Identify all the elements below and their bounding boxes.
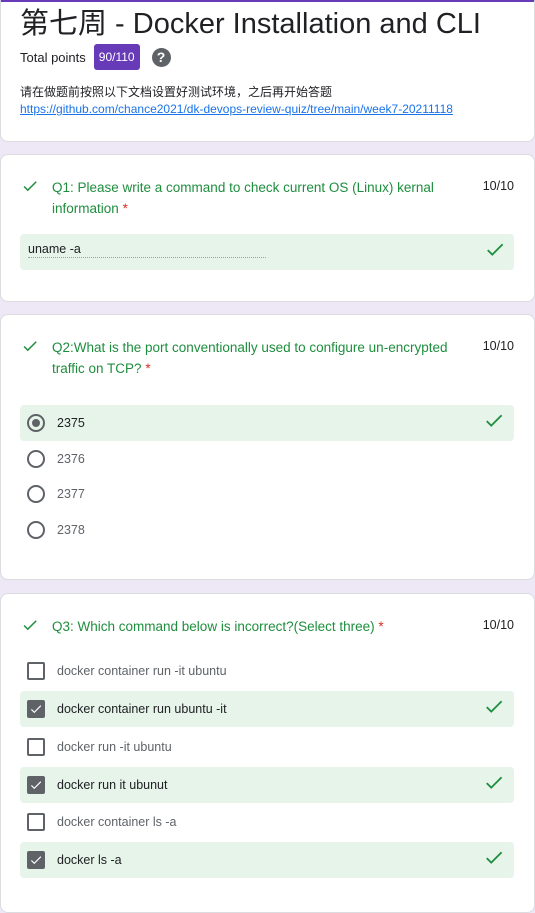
checkbox-option-2[interactable]: docker container run ubuntu -it	[20, 691, 514, 727]
radio-option-2375[interactable]: 2375	[20, 405, 514, 441]
help-icon[interactable]: ?	[151, 47, 171, 67]
checkbox-empty-icon	[27, 662, 45, 680]
radio-empty-icon	[27, 485, 45, 503]
description-link[interactable]: https://github.com/chance2021/dk-devops-…	[20, 101, 453, 118]
question-card-q3: Q3: Which command below is incorrect?(Se…	[0, 593, 535, 913]
radio-option-2378[interactable]: 2378	[20, 512, 514, 548]
option-label: docker container run ubuntu -it	[57, 702, 227, 716]
option-label: docker ls -a	[57, 853, 122, 867]
checkbox-option-5[interactable]: docker container ls -a	[20, 804, 514, 840]
correct-check-icon	[483, 847, 505, 874]
question-header: Q3: Which command below is incorrect?(Se…	[21, 616, 514, 637]
option-label: 2375	[57, 416, 85, 430]
correct-check-icon	[483, 410, 505, 437]
option-label: docker container run -it ubuntu	[57, 664, 227, 678]
form-title: 第七周 - Docker Installation and CLI	[20, 8, 481, 40]
short-answer-value: uname -a	[28, 242, 266, 258]
total-points-label: Total points	[20, 49, 86, 65]
question-header: Q2:What is the port conventionally used …	[21, 337, 514, 379]
description-text: 请在做题前按照以下文档设置好测试环境，之后再开始答题	[20, 85, 333, 99]
correct-check-icon	[484, 239, 506, 266]
checkbox-option-3[interactable]: docker run -it ubuntu	[20, 729, 514, 765]
checkbox-empty-icon	[27, 813, 45, 831]
total-points-row: Total points 90/110 ?	[20, 44, 171, 70]
radio-option-2376[interactable]: 2376	[20, 441, 514, 477]
question-card-q2: Q2:What is the port conventionally used …	[0, 314, 535, 580]
question-title: Q2:What is the port conventionally used …	[52, 340, 448, 376]
option-label: docker run it ubunut	[57, 778, 168, 792]
required-asterisk: *	[378, 619, 384, 634]
option-label: 2378	[57, 523, 85, 537]
required-asterisk: *	[122, 201, 128, 216]
correct-check-icon	[21, 337, 39, 355]
correct-check-icon	[21, 616, 39, 634]
checkbox-option-1[interactable]: docker container run -it ubuntu	[20, 653, 514, 689]
radio-option-2377[interactable]: 2377	[20, 476, 514, 512]
option-label: docker container ls -a	[57, 815, 177, 829]
text-answer-box: uname -a	[20, 234, 514, 270]
correct-check-icon	[483, 696, 505, 723]
question-score: 10/10	[482, 339, 514, 353]
option-label: docker run -it ubuntu	[57, 740, 172, 754]
question-title: Q3: Which command below is incorrect?(Se…	[52, 619, 375, 634]
radio-empty-icon	[27, 521, 45, 539]
question-header: Q1: Please write a command to check curr…	[21, 177, 514, 219]
score-badge: 90/110	[93, 44, 140, 70]
question-text: Q2:What is the port conventionally used …	[52, 337, 472, 379]
option-label: 2376	[57, 452, 85, 466]
question-text: Q1: Please write a command to check curr…	[52, 177, 472, 219]
radio-selected-icon	[27, 414, 45, 432]
radio-empty-icon	[27, 450, 45, 468]
question-score: 10/10	[482, 618, 514, 632]
question-text: Q3: Which command below is incorrect?(Se…	[52, 616, 472, 637]
question-title: Q1: Please write a command to check curr…	[52, 180, 434, 216]
form-description: 请在做题前按照以下文档设置好测试环境，之后再开始答题 https://githu…	[20, 84, 453, 118]
form-header-card: 第七周 - Docker Installation and CLI Total …	[0, 0, 535, 142]
checkbox-option-6[interactable]: docker ls -a	[20, 842, 514, 878]
option-label: 2377	[57, 487, 85, 501]
checkbox-checked-icon	[27, 700, 45, 718]
checkbox-checked-icon	[27, 776, 45, 794]
question-score: 10/10	[482, 179, 514, 193]
required-asterisk: *	[145, 361, 151, 376]
correct-check-icon	[21, 177, 39, 195]
checkbox-checked-icon	[27, 851, 45, 869]
checkbox-option-4[interactable]: docker run it ubunut	[20, 767, 514, 803]
checkbox-empty-icon	[27, 738, 45, 756]
question-card-q1: Q1: Please write a command to check curr…	[0, 154, 535, 302]
correct-check-icon	[483, 772, 505, 799]
